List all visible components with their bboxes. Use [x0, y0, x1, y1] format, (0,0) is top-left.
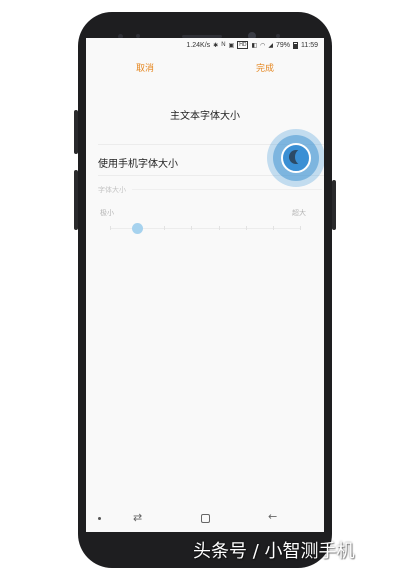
slider-max-label: 超大	[292, 209, 306, 217]
action-bar: 取消 完成	[86, 52, 324, 80]
clock: 11:59	[301, 41, 318, 49]
use-phone-font-label[interactable]: 使用手机字体大小	[98, 155, 178, 170]
phone-screen: 1.24K/s ✱ N ▣ HD ◧ ◠ ◢ 79% 11:59 取消 完成 主…	[86, 38, 324, 532]
vibrate-icon: ▣	[228, 42, 235, 49]
watermark: 头条号 / 小智测手机	[193, 541, 355, 562]
stage: 1.24K/s ✱ N ▣ HD ◧ ◠ ◢ 79% 11:59 取消 完成 主…	[0, 0, 400, 570]
battery-icon	[293, 41, 298, 49]
hd-badge: HD	[237, 41, 249, 49]
nav-dot-icon[interactable]	[98, 517, 101, 520]
cancel-button[interactable]: 取消	[136, 61, 154, 74]
slider-tick	[218, 226, 220, 230]
slider-tick	[272, 226, 274, 230]
network-speed: 1.24K/s	[186, 41, 211, 49]
signal-icon: ◢	[268, 42, 273, 49]
slider-thumb[interactable]	[131, 223, 143, 234]
toggle-knob-highlight	[295, 150, 305, 164]
slider-tick	[191, 226, 193, 230]
section-divider	[132, 189, 322, 190]
home-icon[interactable]	[201, 514, 210, 523]
power-button	[332, 180, 336, 230]
recent-apps-icon[interactable]: ⇄	[133, 511, 142, 524]
bluetooth-icon: ✱	[213, 42, 219, 49]
status-bar: 1.24K/s ✱ N ▣ HD ◧ ◠ ◢ 79% 11:59	[86, 38, 324, 52]
slider-tick	[300, 226, 301, 230]
wifi-icon: ◠	[260, 42, 266, 49]
font-size-section-label: 字体大小	[98, 186, 126, 194]
page-title: 主文本字体大小	[170, 111, 240, 122]
slider-tick	[164, 226, 166, 230]
back-arrow-icon[interactable]: ←	[268, 510, 277, 523]
sim-icon: ◧	[251, 42, 258, 49]
battery-percent: 79%	[275, 41, 290, 49]
navigation-bar: ⇄ ←	[86, 504, 324, 532]
nfc-icon: N	[221, 42, 226, 48]
done-button[interactable]: 完成	[256, 61, 274, 74]
slider-tick	[245, 226, 247, 230]
slider-tick	[110, 226, 111, 230]
slider-min-label: 极小	[100, 209, 114, 217]
